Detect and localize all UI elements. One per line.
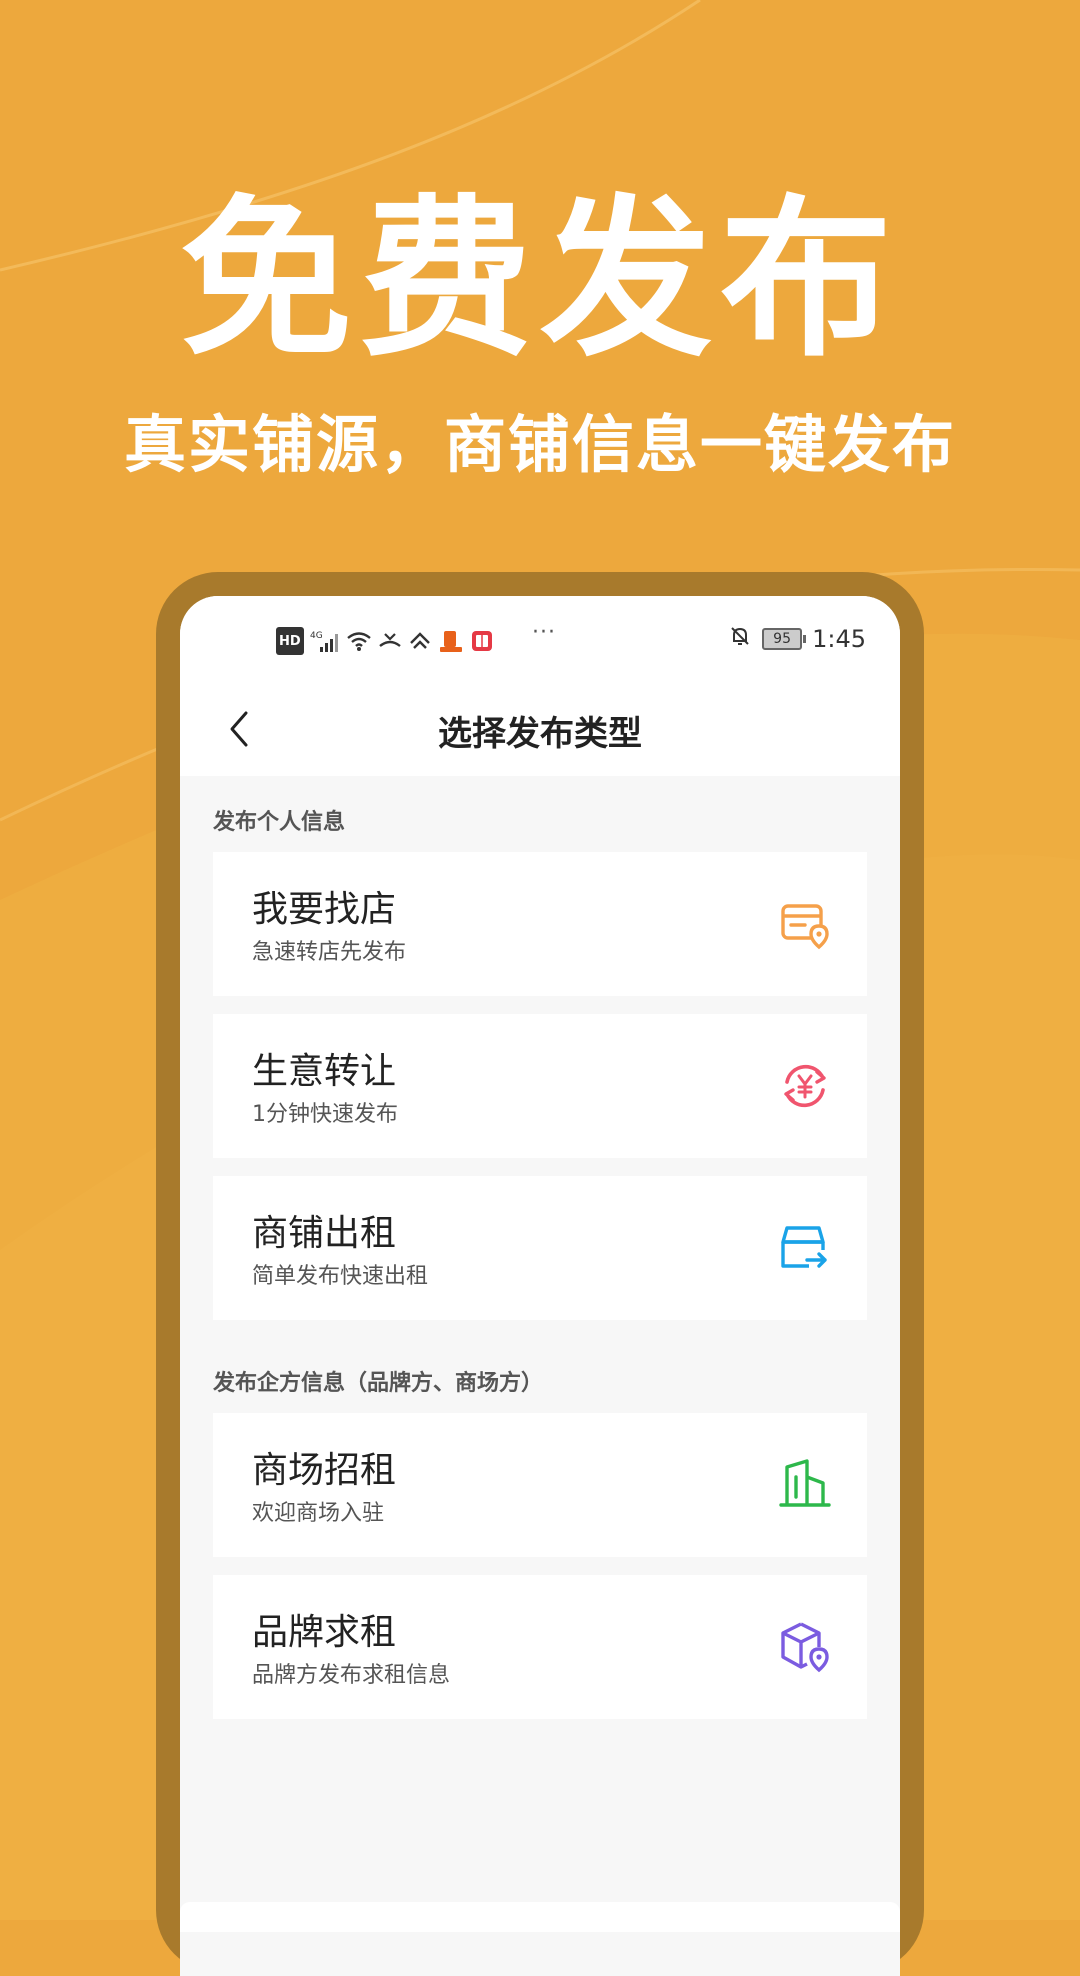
building-icon [779, 1459, 831, 1507]
app-notification-icon [438, 628, 464, 654]
clock-time: 1:45 [812, 625, 866, 653]
option-title: 品牌求租 [252, 1612, 397, 1653]
status-icons-right: 95 1:45 [728, 622, 866, 656]
option-title: 生意转让 [252, 1051, 397, 1092]
yuan-transfer-icon [784, 1064, 826, 1108]
option-find-shop[interactable]: 我要找店 急速转店先发布 [213, 852, 867, 996]
option-subtitle: 品牌方发布求租信息 [252, 1663, 451, 1688]
option-mall-leasing[interactable]: 商场招租 欢迎商场入驻 [213, 1413, 867, 1557]
network-type-label: 4G [310, 631, 323, 641]
option-title: 我要找店 [252, 889, 397, 930]
book-app-icon [470, 628, 494, 654]
sync-icon [408, 628, 432, 654]
option-subtitle: 1分钟快速发布 [252, 1102, 398, 1127]
battery-icon: 95 [762, 628, 807, 650]
section-label-personal: 发布个人信息 [213, 810, 346, 835]
section-label-enterprise: 发布企方信息（品牌方、商场方） [213, 1371, 544, 1396]
option-brand-seeking[interactable]: 品牌求租 品牌方发布求租信息 [213, 1575, 867, 1719]
option-shop-rent[interactable]: 商铺出租 简单发布快速出租 [213, 1176, 867, 1320]
option-business-transfer[interactable]: 生意转让 1分钟快速发布 [213, 1014, 867, 1158]
hd-icon: HD [276, 627, 304, 655]
hero-subline: 真实铺源，商铺信息一键发布 [123, 408, 956, 481]
option-subtitle: 简单发布快速出租 [252, 1264, 429, 1289]
shop-location-icon [781, 904, 829, 950]
shop-rent-icon [781, 1226, 827, 1268]
hero-headline: 免费发布 [180, 179, 900, 380]
phone-screen: HD 4G ··· 95 1:45 选择发布类型 发布个人信息 我要找店 急速转… [180, 596, 900, 1976]
navigation-bar: 选择发布类型 [180, 684, 900, 776]
option-subtitle: 急速转店先发布 [252, 940, 407, 965]
bottom-sheet-edge [180, 1902, 900, 1932]
box-location-icon [781, 1622, 829, 1673]
wifi-icon [346, 628, 372, 654]
more-notifications: ··· [532, 620, 556, 645]
status-bar: HD 4G ··· 95 1:45 [180, 596, 900, 684]
option-subtitle: 欢迎商场入驻 [252, 1501, 385, 1526]
missed-call-icon [378, 628, 402, 654]
option-title: 商场招租 [252, 1450, 397, 1491]
option-title: 商铺出租 [252, 1213, 397, 1254]
page-title: 选择发布类型 [438, 714, 642, 754]
mute-bell-icon [728, 624, 752, 654]
status-icons-left: HD 4G [276, 626, 494, 656]
signal-icon: 4G [310, 628, 340, 654]
